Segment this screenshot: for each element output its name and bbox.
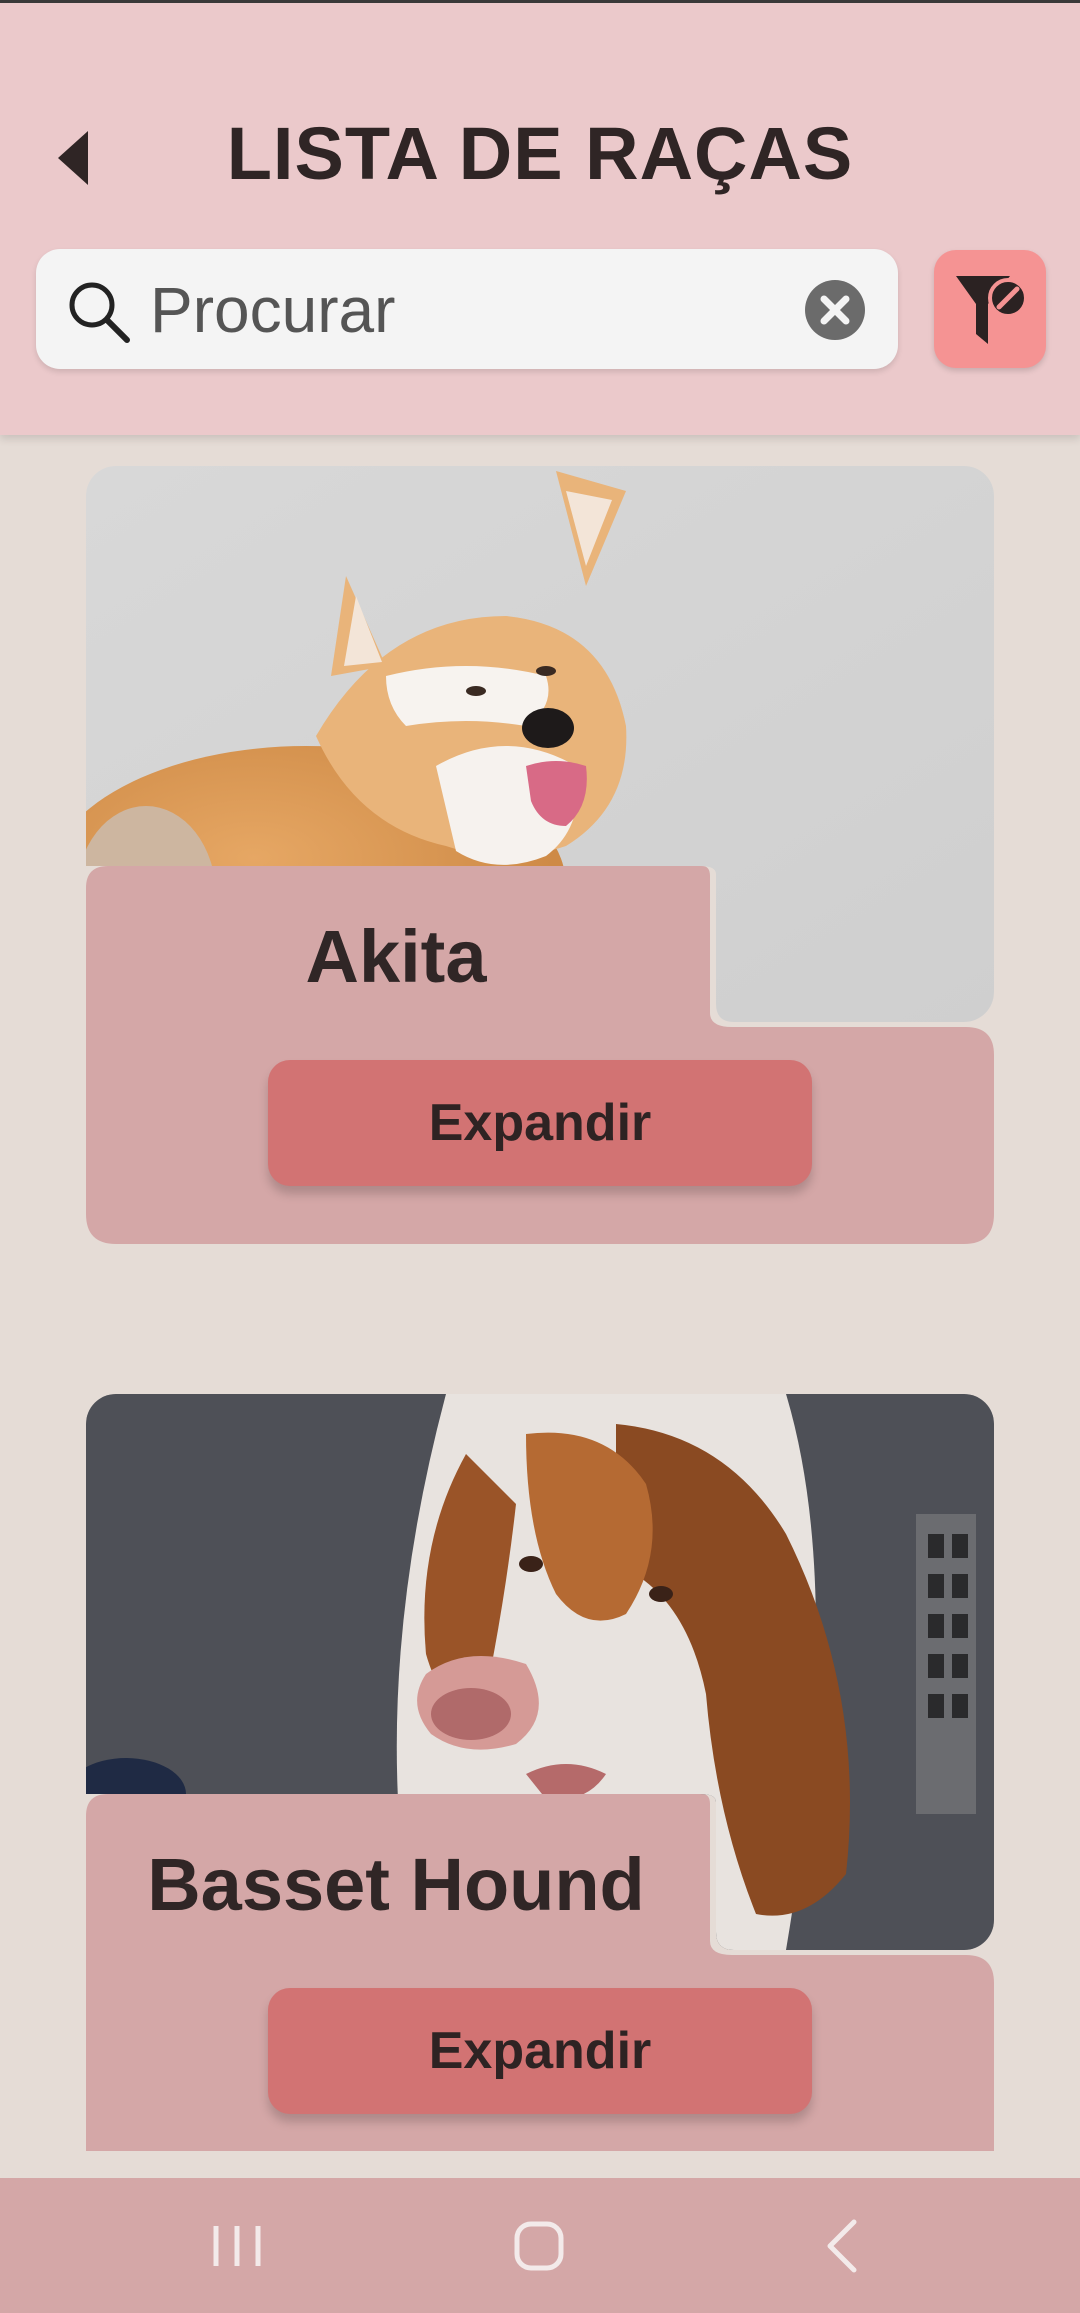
breed-name: Akita — [305, 915, 487, 998]
recent-apps-icon[interactable] — [202, 2214, 272, 2278]
page-title: LISTA DE RAÇAS — [226, 112, 854, 195]
breed-name: Basset Hound — [147, 1843, 645, 1926]
back-icon[interactable] — [808, 2214, 878, 2278]
filter-button[interactable] — [934, 250, 1046, 368]
home-icon[interactable] — [504, 2214, 574, 2278]
clear-icon[interactable] — [804, 279, 866, 341]
search-input[interactable] — [148, 263, 802, 357]
expand-button[interactable]: Expandir — [268, 1060, 812, 1186]
expand-button[interactable]: Expandir — [268, 1988, 812, 2114]
breed-card: Akita Expandir — [86, 466, 994, 1244]
search-icon — [69, 282, 130, 343]
system-nav-bar — [0, 2178, 1080, 2313]
filter-off-icon — [956, 276, 1028, 344]
breed-card: Basset Hound Expandir — [86, 1394, 994, 2151]
search-bar[interactable] — [36, 249, 898, 369]
app-header: LISTA DE RAÇAS — [0, 3, 1080, 435]
